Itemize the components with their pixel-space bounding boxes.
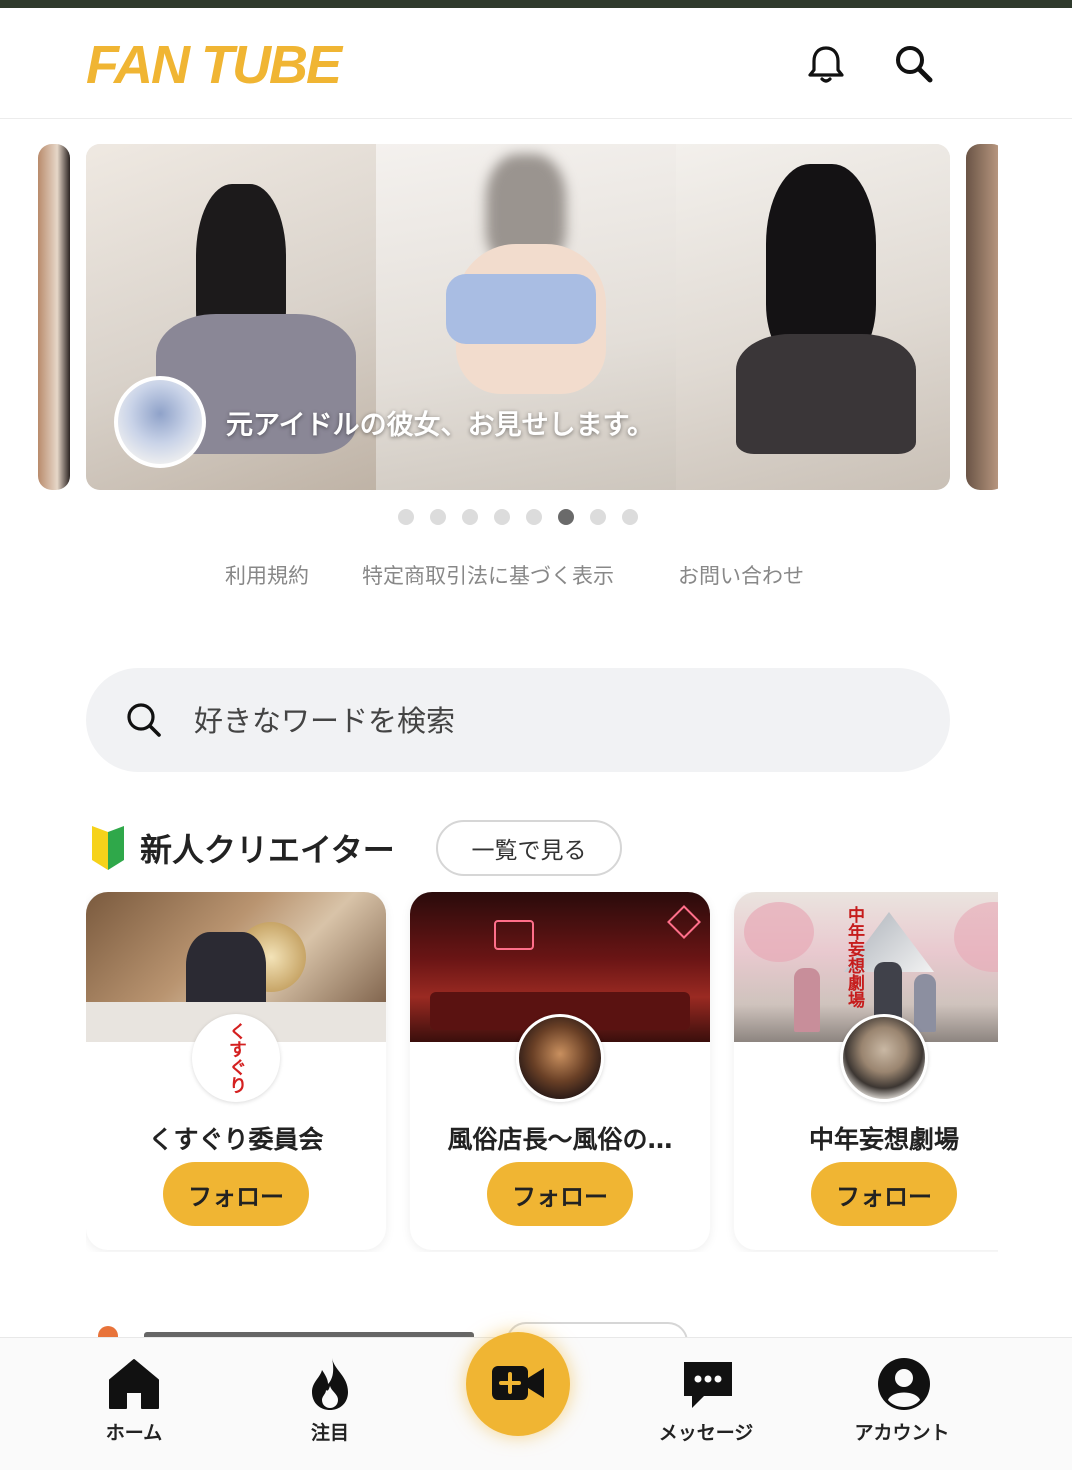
- section-title: 新人クリエイター: [140, 831, 395, 869]
- terms-link[interactable]: 利用規約: [225, 560, 309, 590]
- creator-avatar-text: くすぐり: [226, 1022, 247, 1094]
- next-section-peek: [88, 1322, 688, 1338]
- creator-card[interactable]: 風俗店長〜風俗の… フォロー: [410, 892, 710, 1250]
- see-all-button[interactable]: 一覧で見る: [436, 820, 622, 876]
- search-icon[interactable]: [892, 42, 936, 86]
- creator-avatar[interactable]: くすぐり: [192, 1014, 280, 1102]
- creator-name: 中年妄想劇場: [808, 1125, 959, 1154]
- search-placeholder: 好きなワードを検索: [194, 704, 456, 738]
- account-icon: [876, 1356, 930, 1412]
- creator-avatar[interactable]: [840, 1014, 928, 1102]
- creator-banner-title: 中年妄想劇場: [844, 906, 864, 1008]
- beginner-mark-icon: [88, 826, 128, 870]
- banner-photo-panel: [676, 144, 950, 490]
- creator-name: 風俗店長〜風俗の…: [447, 1125, 673, 1154]
- bell-icon[interactable]: [804, 42, 848, 86]
- top-strip: [0, 0, 1072, 8]
- nav-item-messages[interactable]: メッセージ: [626, 1356, 786, 1445]
- carousel-dot-active[interactable]: [558, 509, 574, 525]
- carousel-dot[interactable]: [430, 509, 446, 525]
- creator-card[interactable]: くすぐり くすぐり委員会 フォロー: [86, 892, 386, 1250]
- creator-card-list[interactable]: くすぐり くすぐり委員会 フォロー 風俗店長〜風俗の… フォロー 中年妄想劇場 …: [86, 892, 998, 1252]
- nav-label: メッセージ: [658, 1422, 754, 1444]
- creator-name: くすぐり委員会: [148, 1125, 324, 1154]
- section-header: 新人クリエイター: [88, 820, 395, 876]
- nav-label: 注目: [310, 1422, 349, 1444]
- list-edge: [998, 892, 1072, 1252]
- nav-item-trending[interactable]: 注目: [250, 1356, 410, 1445]
- carousel-dot[interactable]: [590, 509, 606, 525]
- creator-avatar[interactable]: [516, 1014, 604, 1102]
- creator-card[interactable]: 中年妄想劇場 中年妄想劇場 フォロー: [734, 892, 998, 1250]
- nav-label: ホーム: [105, 1422, 163, 1444]
- carousel-dot[interactable]: [526, 509, 542, 525]
- follow-button[interactable]: フォロー: [163, 1162, 309, 1226]
- carousel-pagination: [398, 509, 638, 525]
- commercial-law-link[interactable]: 特定商取引法に基づく表示: [362, 560, 614, 590]
- message-icon: [680, 1356, 732, 1412]
- search-icon: [124, 700, 164, 740]
- banner-carousel[interactable]: 元アイドルの彼女、お見せします。: [38, 144, 998, 490]
- post-video-button[interactable]: [466, 1332, 570, 1436]
- carousel-slide-current[interactable]: 元アイドルの彼女、お見せします。: [86, 144, 950, 490]
- carousel-dot[interactable]: [494, 509, 510, 525]
- home-icon: [108, 1356, 160, 1412]
- follow-button[interactable]: フォロー: [811, 1162, 957, 1226]
- banner-creator-avatar[interactable]: [114, 376, 206, 468]
- follow-button[interactable]: フォロー: [487, 1162, 633, 1226]
- app-logo[interactable]: FAN TUBE: [86, 34, 342, 96]
- carousel-dot[interactable]: [462, 509, 478, 525]
- flame-icon: [304, 1356, 356, 1412]
- search-input[interactable]: 好きなワードを検索: [86, 668, 950, 772]
- app-header: FAN TUBE: [0, 8, 1072, 119]
- banner-caption: 元アイドルの彼女、お見せします。: [114, 376, 654, 468]
- carousel-slide-next[interactable]: [966, 144, 998, 490]
- contact-link[interactable]: お問い合わせ: [678, 560, 804, 590]
- nav-label: アカウント: [854, 1422, 950, 1444]
- nav-item-account[interactable]: アカウント: [822, 1356, 982, 1445]
- carousel-slide-prev[interactable]: [38, 144, 70, 490]
- carousel-dot[interactable]: [622, 509, 638, 525]
- nav-item-home[interactable]: ホーム: [54, 1356, 214, 1445]
- banner-caption-text: 元アイドルの彼女、お見せします。: [226, 409, 654, 441]
- video-add-icon: [492, 1366, 544, 1400]
- carousel-dot[interactable]: [398, 509, 414, 525]
